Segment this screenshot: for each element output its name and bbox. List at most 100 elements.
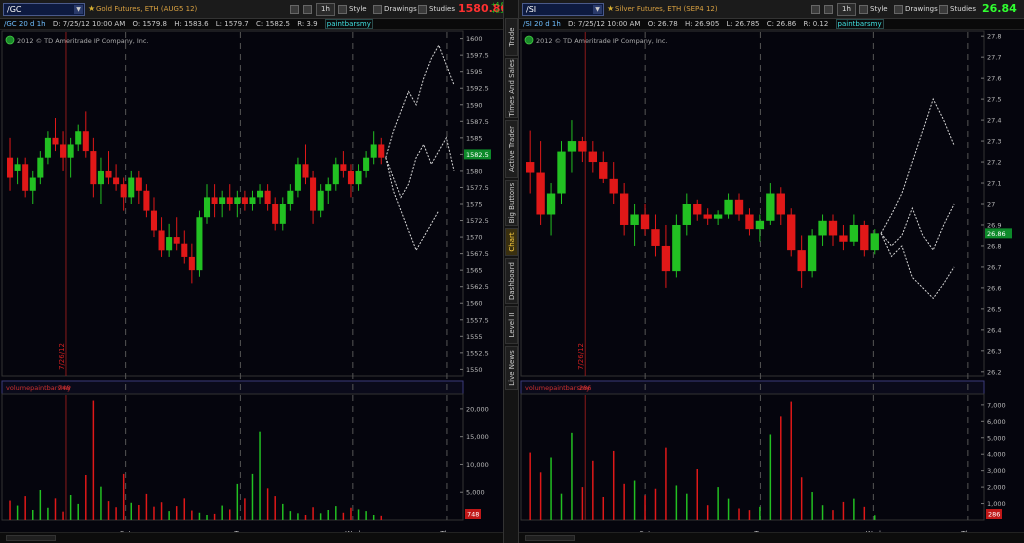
tab-big-buttons[interactable]: Big Buttons <box>505 180 518 226</box>
drawings-button[interactable]: Drawings <box>894 3 938 16</box>
style-button[interactable]: Style <box>338 3 367 16</box>
studies-label: Studies <box>429 5 455 13</box>
drawings-button[interactable]: Drawings <box>373 3 417 16</box>
link-icon[interactable] <box>290 3 301 16</box>
price-axis-label: 1555 <box>466 333 483 341</box>
candle-up <box>766 193 775 221</box>
price-axis-label: 27.5 <box>987 96 1001 104</box>
timeframe-button[interactable]: 1h <box>837 3 856 16</box>
candle-down <box>860 224 869 251</box>
candle-down <box>734 199 744 215</box>
price-axis-label: 1577.5 <box>466 184 489 192</box>
tab-dashboard[interactable]: Dashboard <box>505 258 518 304</box>
studies-button[interactable]: Studies <box>418 3 455 16</box>
volume-axis-label: 2,000 <box>987 484 1006 492</box>
candle-down <box>828 220 838 236</box>
volume-axis-label: 5,000 <box>466 489 485 497</box>
candle-up <box>849 224 859 242</box>
candle-up <box>546 193 556 215</box>
price-axis-label: 27.3 <box>987 138 1001 146</box>
side-tabs: Trade Times And Sales Active Trader Big But… <box>503 0 519 543</box>
price-axis-label: 27.8 <box>987 33 1001 41</box>
tab-times-and-sales[interactable]: Times And Sales <box>505 58 518 118</box>
star-icon[interactable]: ★ <box>88 4 95 14</box>
price-tag-label: 26.86 <box>987 230 1006 238</box>
tab-trade[interactable]: Trade <box>505 18 518 56</box>
candle-down <box>264 190 271 204</box>
candle-down <box>226 197 233 204</box>
candle-down <box>82 131 89 152</box>
candle-up <box>713 214 723 219</box>
candle-up <box>567 141 577 152</box>
price-axis-label: 27.4 <box>987 117 1001 125</box>
gold-scrollbar[interactable] <box>0 532 503 543</box>
studies-label: Studies <box>950 5 976 13</box>
candle-up <box>128 177 135 198</box>
silver-chart[interactable]: 2012 © TD Ameritrade IP Company, Inc.Sat… <box>519 0 1024 543</box>
candle-down <box>90 151 97 185</box>
candle-up <box>44 137 51 158</box>
gold-chart[interactable]: 2012 © TD Ameritrade IP Company, Inc.Sat… <box>0 0 503 543</box>
chevron-down-icon[interactable]: ▼ <box>593 5 602 14</box>
timeframe-button[interactable]: 1h <box>316 3 335 16</box>
pencil-icon <box>373 4 382 14</box>
tab-level-ii[interactable]: Level II <box>505 306 518 344</box>
candle-up <box>355 170 362 185</box>
candle-up <box>755 220 765 230</box>
gold-info-bar: /GC 20 d 1h D: 7/25/12 10:00 AM O: 1579.… <box>0 19 503 30</box>
price-axis-label: 26.5 <box>987 305 1001 313</box>
tab-active-trader[interactable]: Active Trader <box>505 120 518 178</box>
scrollbar-thumb[interactable] <box>525 535 575 541</box>
candle-down <box>745 214 754 230</box>
volume-axis-label: 1,000 <box>987 500 1006 508</box>
symbol-input[interactable]: /SI ▼ <box>522 3 604 16</box>
price-tag-label: 1582.5 <box>466 151 489 159</box>
volume-study-value: 286 <box>579 384 591 392</box>
tab-label: Chart <box>507 232 516 252</box>
candle-up <box>196 217 203 271</box>
candle-down <box>536 172 545 215</box>
price-axis-label: 1567.5 <box>466 250 489 258</box>
volume-tag-label: 748 <box>467 511 479 519</box>
info-icon[interactable] <box>524 35 534 45</box>
candle-up <box>75 131 82 145</box>
candle-down <box>588 151 598 163</box>
volume-tag-label: 286 <box>988 511 1000 519</box>
tab-chart[interactable]: Chart <box>505 228 518 256</box>
candle-up <box>166 237 173 251</box>
star-icon[interactable]: ★ <box>607 4 614 14</box>
info-study[interactable]: paintbarsmy <box>835 19 884 29</box>
candle-down <box>52 137 59 145</box>
candle-up <box>630 214 639 225</box>
link-icon[interactable] <box>811 3 822 16</box>
silver-info-bar: /SI 20 d 1h D: 7/25/12 10:00 AM O: 26.78… <box>519 19 1024 30</box>
volume-axis-label: 5,000 <box>987 434 1006 442</box>
chart-background <box>519 30 1024 532</box>
camera-icon[interactable] <box>824 3 835 16</box>
chevron-down-icon[interactable]: ▼ <box>74 5 83 14</box>
info-icon[interactable] <box>5 35 15 45</box>
studies-button[interactable]: Studies <box>939 3 976 16</box>
symbol-input[interactable]: /GC ▼ <box>3 3 85 16</box>
candle-down <box>609 178 618 194</box>
price-axis-label: 1580 <box>466 167 483 175</box>
candle-down <box>211 197 218 204</box>
candle-down <box>526 162 535 173</box>
silver-scrollbar[interactable] <box>519 532 1024 543</box>
candle-up <box>203 197 211 218</box>
volume-axis-label: 7,000 <box>987 401 1006 409</box>
price-axis-label: 27.1 <box>987 180 1001 188</box>
style-button[interactable]: Style <box>859 3 888 16</box>
info-study[interactable]: paintbarsmy <box>324 19 373 29</box>
last-price: 26.84 <box>982 2 1017 15</box>
camera-icon[interactable] <box>303 3 314 16</box>
info-close: C: 1582.5 <box>255 20 290 28</box>
price-axis-label: 27.6 <box>987 75 1001 83</box>
gold-toolbar: /GC ▼ ★ Gold Futures, ETH (AUG5 12) 1h S… <box>0 0 513 19</box>
date-marker-label: 7/26/12 <box>58 343 66 370</box>
price-axis-label: 1560 <box>466 300 483 308</box>
scrollbar-thumb[interactable] <box>6 535 56 541</box>
candle-up <box>807 235 817 272</box>
tab-live-news[interactable]: Live News <box>505 346 518 390</box>
candle-down <box>173 237 180 244</box>
